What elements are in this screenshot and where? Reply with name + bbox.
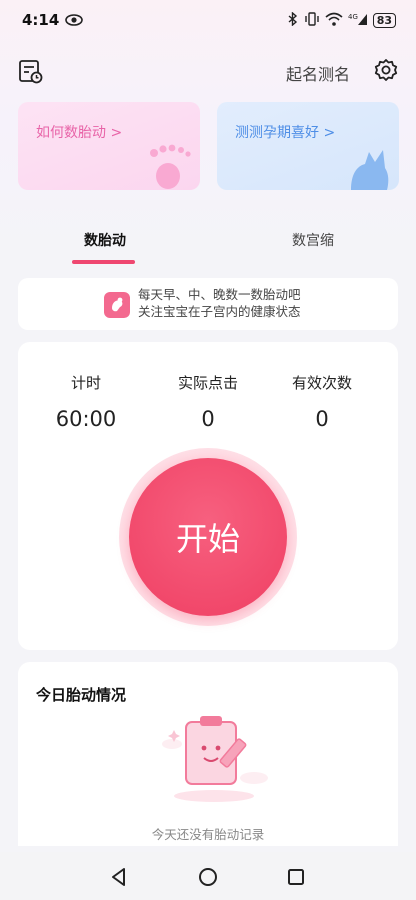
tip-line-1: 每天早、中、晚数一数胎动吧 xyxy=(138,287,301,302)
naming-link[interactable]: 起名测名 xyxy=(286,61,350,85)
clicks-label: 实际点击 xyxy=(177,374,238,392)
gear-icon xyxy=(374,59,398,81)
recents-square-icon xyxy=(288,869,304,885)
valid-stat: 有效次数 0 xyxy=(262,372,382,431)
status-bar: 4:14 4G 83 xyxy=(0,0,416,40)
today-title: 今日胎动情况 xyxy=(36,686,127,704)
tip-text: 每天早、中、晚数一数胎动吧 关注宝宝在子宫内的健康状态 xyxy=(138,286,301,320)
timer-value: 60:00 xyxy=(55,407,117,431)
baby-icon xyxy=(104,292,130,318)
app-header: 起名测名 xyxy=(0,52,416,92)
wifi-icon xyxy=(325,11,343,30)
fetal-movement-guide-card[interactable]: 如何数胎动 > xyxy=(18,102,200,190)
tip-banner: 每天早、中、晚数一数胎动吧 关注宝宝在子宫内的健康状态 xyxy=(18,278,398,330)
valid-value: 0 xyxy=(315,407,329,431)
empty-clipboard-illustration xyxy=(162,716,268,802)
signal-icon: 4G xyxy=(348,11,368,30)
bluetooth-icon xyxy=(287,10,299,30)
timer-label: 计时 xyxy=(70,374,101,392)
fetal-movement-guide-label: 如何数胎动 > xyxy=(36,125,123,141)
cat-icon xyxy=(351,150,389,190)
settings-button[interactable] xyxy=(372,57,400,85)
clicks-value: 0 xyxy=(201,407,215,431)
calendar-history-button[interactable] xyxy=(18,58,44,84)
tab-fetal-movement[interactable]: 数胎动 xyxy=(84,230,126,250)
tab-contractions[interactable]: 数宫缩 xyxy=(292,230,334,250)
battery-indicator: 83 xyxy=(372,12,396,28)
svg-text:4G: 4G xyxy=(348,13,358,21)
vibrate-icon xyxy=(304,11,320,30)
home-circle-icon xyxy=(199,868,217,886)
active-tab-indicator xyxy=(72,260,135,264)
nav-back-button[interactable] xyxy=(108,866,130,888)
pregnancy-preference-label: 测测孕期喜好 > xyxy=(235,125,336,141)
mode-tabs: 数胎动 数宫缩 xyxy=(0,222,416,268)
system-nav-bar xyxy=(0,852,416,900)
valid-label: 有效次数 xyxy=(291,374,352,392)
nav-home-button[interactable] xyxy=(197,866,219,888)
counter-panel: 计时 60:00 实际点击 0 有效次数 0 开始 xyxy=(18,342,398,650)
tip-line-2: 关注宝宝在子宫内的健康状态 xyxy=(138,304,301,319)
empty-record-text: 今天还没有胎动记录 xyxy=(151,827,265,842)
calendar-clock-icon xyxy=(19,60,43,84)
start-button[interactable]: 开始 xyxy=(129,458,287,616)
footprint-icon xyxy=(150,144,191,189)
pregnancy-preference-card[interactable]: 测测孕期喜好 > xyxy=(217,102,399,190)
eye-icon xyxy=(65,14,84,26)
today-summary: 今日胎动情况 今天还没有胎动记录 xyxy=(18,662,398,846)
status-time: 4:14 xyxy=(22,11,60,29)
clicks-stat: 实际点击 0 xyxy=(148,372,268,431)
timer-stat: 计时 60:00 xyxy=(26,372,146,431)
nav-recents-button[interactable] xyxy=(285,866,307,888)
back-triangle-icon xyxy=(112,868,125,886)
status-icons: 4G 83 xyxy=(287,10,396,30)
